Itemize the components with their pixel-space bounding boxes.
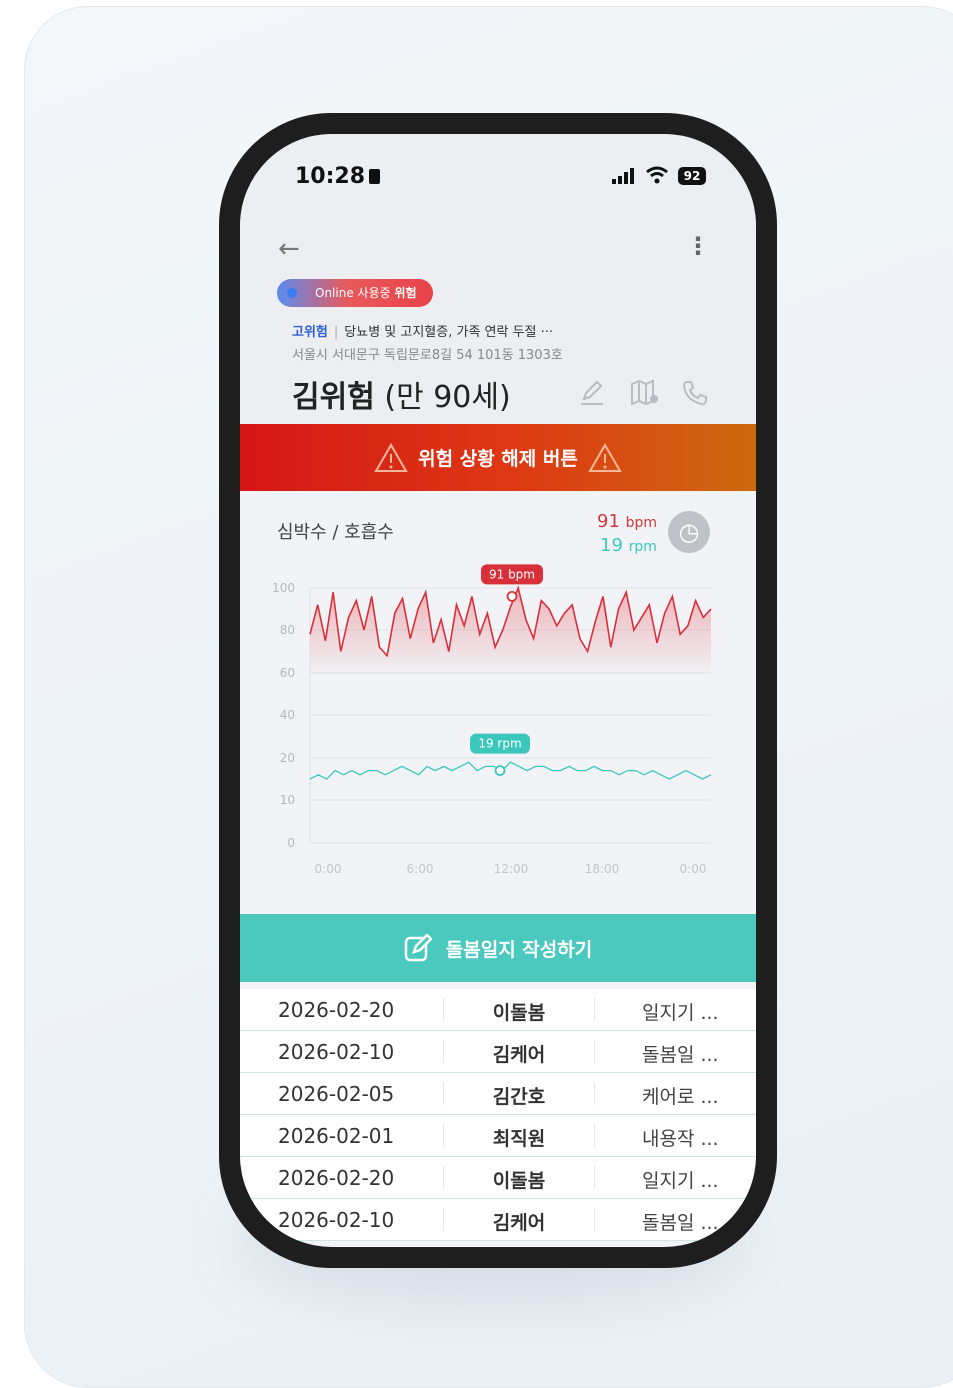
log-author: 김간호 xyxy=(443,1082,595,1108)
heart-rate-value: 91 xyxy=(597,511,620,532)
resp-rate-readout: 19 rpm xyxy=(600,535,657,556)
care-log-row[interactable]: 2026-02-20 이돌봄 일지기 ... xyxy=(240,1157,756,1199)
sim-icon xyxy=(369,169,381,184)
phone-screen: 10:28 92 ← ⋮ Online 사용중 위험 고위험 | 당뇨병 및 고지혈… xyxy=(240,134,756,1247)
log-date: 2026-02-01 xyxy=(278,1124,395,1148)
x-tick-label: 0:00 xyxy=(680,862,707,876)
care-log-row[interactable]: 2026-02-01 최직원 내용작 ... xyxy=(240,1115,756,1157)
log-date: 2026-02-10 xyxy=(278,1208,395,1232)
conditions-more-icon[interactable]: ··· xyxy=(541,325,553,340)
log-preview: 돌봄일 ... xyxy=(642,1212,719,1234)
edit-icon[interactable] xyxy=(579,378,605,406)
y-tick-label: 40 xyxy=(280,708,295,722)
address-text: 서울시 서대문구 독립문로8길 54 101동 1303호 xyxy=(292,348,563,363)
more-vert-icon[interactable]: ⋮ xyxy=(686,232,710,260)
badge-state: 사용중 xyxy=(357,286,391,300)
signal-icon xyxy=(612,168,634,184)
resp-rate-line xyxy=(309,761,712,780)
y-tick-label: 80 xyxy=(280,623,295,637)
divider: | xyxy=(333,325,339,340)
care-log-row[interactable]: 2026-02-10 김케어 돌봄일 ... xyxy=(240,1199,756,1241)
log-date: 2026-02-10 xyxy=(278,1040,395,1064)
log-date: 2026-02-20 xyxy=(278,1166,395,1190)
write-care-log-button[interactable]: 돌봄일지 작성하기 xyxy=(240,914,756,982)
resp-rate-callout-label: 19 rpm xyxy=(478,737,521,751)
emergency-release-label: 위험 상황 해제 버튼 xyxy=(418,448,578,470)
heart-rate-unit: bpm xyxy=(625,515,658,531)
phone-icon[interactable] xyxy=(681,379,709,407)
care-log-table: 2026-02-20 이돌봄 일지기 ... 2026-02-10 김케어 돌봄일 ...… xyxy=(240,989,756,1241)
y-tick-label: 0 xyxy=(287,836,295,850)
log-author: 김케어 xyxy=(443,1040,595,1066)
name-text: 김위험 xyxy=(292,380,375,415)
map-icon[interactable] xyxy=(630,379,660,405)
heart-rate-readout: 91 bpm xyxy=(597,511,657,532)
conditions-text: 당뇨병 및 고지혈증, 가족 연락 두절 xyxy=(344,325,537,340)
vitals-chart: 100806040201000:00 6:00 12:00 18:00 0:0091 b… xyxy=(272,564,712,876)
emergency-release-button[interactable]: 위험 상황 해제 버튼 xyxy=(240,424,756,491)
badge-level: 위험 xyxy=(394,286,417,300)
phone-frame: 10:28 92 ← ⋮ Online 사용중 위험 고위험 | 당뇨병 및 고지혈… xyxy=(219,113,777,1268)
log-preview: 내용작 ... xyxy=(642,1128,719,1150)
log-author: 최직원 xyxy=(443,1124,595,1150)
x-tick-label: 0:00 xyxy=(315,862,342,876)
online-dot-icon xyxy=(287,288,297,298)
vitals-panel: 심박수 / 호흡수 91 bpm 19 rpm ◷ 100 80 60 40 20 10 0… xyxy=(240,491,756,914)
write-care-log-label: 돌봄일지 작성하기 xyxy=(445,938,593,961)
back-arrow-icon[interactable]: ← xyxy=(278,234,300,264)
time-text: 10:28 xyxy=(295,164,366,189)
resp-rate-marker xyxy=(494,765,506,777)
status-bar: 10:28 92 xyxy=(240,134,756,224)
y-tick-label: 100 xyxy=(272,581,295,595)
log-author: 이돌봄 xyxy=(443,998,595,1024)
log-date: 2026-02-20 xyxy=(278,998,395,1022)
patient-name: 김위험 (만 90세) xyxy=(292,372,511,416)
care-log-row[interactable]: 2026-02-20 이돌봄 일지기 ... xyxy=(240,989,756,1031)
resp-rate-unit: rpm xyxy=(628,539,657,555)
badge-online: Online xyxy=(315,286,354,300)
battery-indicator: 92 xyxy=(678,167,706,185)
log-preview: 케어로 ... xyxy=(642,1086,719,1108)
write-icon xyxy=(404,934,432,962)
x-tick-label: 18:00 xyxy=(585,862,620,876)
vitals-title: 심박수 / 호흡수 xyxy=(277,522,394,543)
log-preview: 일지기 ... xyxy=(642,1170,719,1192)
y-tick-label: 10 xyxy=(280,793,295,807)
age-text: (만 90세) xyxy=(384,380,511,415)
warning-icon xyxy=(588,442,622,472)
y-tick-label: 20 xyxy=(280,751,295,765)
patient-header: ← ⋮ Online 사용중 위험 고위험 | 당뇨병 및 고지혈증, 가족 연락 … xyxy=(240,224,756,424)
x-tick-label: 12:00 xyxy=(494,862,529,876)
status-time: 10:28 xyxy=(295,164,381,189)
care-log-row[interactable]: 2026-02-05 김간호 케어로 ... xyxy=(240,1073,756,1115)
log-date: 2026-02-05 xyxy=(278,1082,395,1106)
wifi-icon xyxy=(646,166,668,184)
status-badge: Online 사용중 위험 xyxy=(277,279,433,307)
heart-rate-marker xyxy=(506,591,518,602)
log-preview: 돌봄일 ... xyxy=(642,1044,719,1066)
log-preview: 일지기 ... xyxy=(642,1002,719,1024)
history-clock-icon[interactable]: ◷ xyxy=(668,511,710,553)
log-author: 이돌봄 xyxy=(443,1166,595,1192)
y-tick-label: 60 xyxy=(280,666,295,680)
heart-rate-callout-label: 91 bpm xyxy=(489,567,535,581)
warning-icon xyxy=(374,442,408,472)
log-author: 김케어 xyxy=(443,1208,595,1234)
risk-level: 고위험 xyxy=(292,325,328,340)
care-log-row[interactable]: 2026-02-10 김케어 돌봄일 ... xyxy=(240,1031,756,1073)
resp-rate-value: 19 xyxy=(600,535,623,556)
risk-info: 고위험 | 당뇨병 및 고지혈증, 가족 연락 두절 ··· xyxy=(292,321,553,340)
x-tick-label: 6:00 xyxy=(407,862,434,876)
